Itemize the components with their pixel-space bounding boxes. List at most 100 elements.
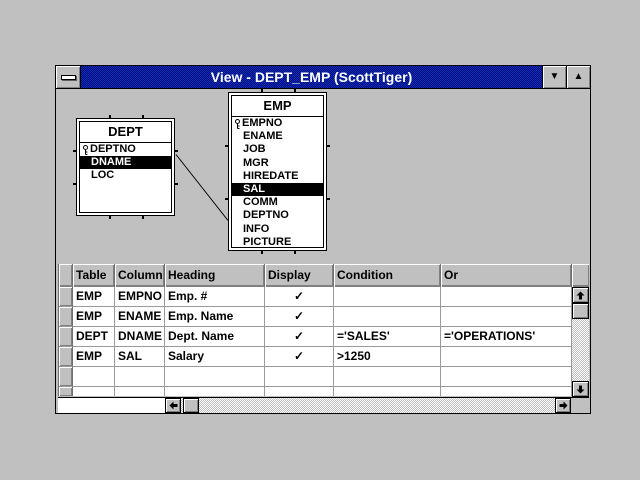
grid-header-row: Table Column Heading Display Condition O… xyxy=(59,264,572,287)
cell-heading[interactable]: Emp. # xyxy=(165,287,265,307)
minimize-icon xyxy=(61,75,76,80)
field-label: HIREDATE xyxy=(243,170,298,183)
field-sal[interactable]: SAL xyxy=(232,183,323,196)
field-dname[interactable]: DNAME xyxy=(80,156,171,169)
left-arrow-icon xyxy=(169,401,178,410)
cell-heading[interactable]: Emp. Name xyxy=(165,307,265,327)
row-selector[interactable] xyxy=(59,367,73,387)
field-label: COMM xyxy=(243,196,278,209)
field-job[interactable]: JOB xyxy=(232,143,323,156)
cell-condition[interactable]: ='SALES' xyxy=(334,327,441,347)
selection-handle xyxy=(142,215,144,219)
cell-column[interactable]: SAL xyxy=(115,347,165,367)
cell-column[interactable] xyxy=(115,367,165,387)
cell-table[interactable] xyxy=(73,387,115,396)
view-window: View - DEPT_EMP (ScottTiger) ▼ ▲ xyxy=(55,65,591,414)
table-box-emp[interactable]: EMP EMPNO ENAME JOB MGR HIREDATE SAL COM… xyxy=(228,92,327,251)
window-title: View - DEPT_EMP (ScottTiger) xyxy=(81,66,542,88)
maximize-button[interactable]: ▲ xyxy=(566,66,590,88)
scrollbar-spacer xyxy=(58,398,165,413)
cell-or[interactable] xyxy=(441,367,572,387)
cell-heading[interactable]: Salary xyxy=(165,347,265,367)
row-selector[interactable] xyxy=(59,327,73,347)
row-selector[interactable] xyxy=(59,307,73,327)
cell-display-checkmark[interactable]: ✓ xyxy=(265,287,334,307)
cell-display-checkmark[interactable]: ✓ xyxy=(265,347,334,367)
field-comm[interactable]: COMM xyxy=(232,196,323,209)
scroll-down-button[interactable] xyxy=(572,381,589,397)
cell-condition[interactable] xyxy=(334,367,441,387)
selection-handle xyxy=(109,215,111,219)
horizontal-scrollbar-track[interactable] xyxy=(181,398,555,413)
minimize-button[interactable]: ▼ xyxy=(542,66,566,88)
key-icon xyxy=(234,119,241,129)
title-bar[interactable]: View - DEPT_EMP (ScottTiger) ▼ ▲ xyxy=(56,66,590,89)
row-selector[interactable] xyxy=(59,387,73,396)
cell-column[interactable]: EMPNO xyxy=(115,287,165,307)
cell-table[interactable]: DEPT xyxy=(73,327,115,347)
selection-handle xyxy=(261,250,263,254)
scroll-left-button[interactable] xyxy=(165,398,181,413)
horizontal-scrollbar-thumb[interactable] xyxy=(183,398,199,413)
row-selector[interactable] xyxy=(59,347,73,367)
selection-handle xyxy=(326,198,330,200)
cell-display-checkmark[interactable] xyxy=(265,367,334,387)
cell-column[interactable]: ENAME xyxy=(115,307,165,327)
scroll-right-button[interactable] xyxy=(555,398,571,413)
cell-table[interactable]: EMP xyxy=(73,347,115,367)
cell-or[interactable] xyxy=(441,287,572,307)
key-icon xyxy=(82,145,89,155)
grid-row: EMP SAL Salary ✓ >1250 xyxy=(59,347,572,367)
cell-condition[interactable] xyxy=(334,287,441,307)
vertical-scrollbar[interactable] xyxy=(571,264,589,397)
grid-row: DEPT DNAME Dept. Name ✓ ='SALES' ='OPERA… xyxy=(59,327,572,347)
field-deptno[interactable]: DEPTNO xyxy=(80,143,171,156)
field-mgr[interactable]: MGR xyxy=(232,157,323,170)
column-header-condition: Condition xyxy=(334,264,441,287)
field-label: DEPTNO xyxy=(243,209,289,222)
selection-handle xyxy=(261,89,263,93)
field-label: EMPNO xyxy=(242,117,282,130)
field-label: ENAME xyxy=(243,130,283,143)
cell-display-checkmark[interactable]: ✓ xyxy=(265,327,334,347)
field-hiredate[interactable]: HIREDATE xyxy=(232,170,323,183)
cell-display-checkmark[interactable] xyxy=(265,387,334,396)
cell-heading[interactable] xyxy=(165,367,265,387)
column-header-column: Column xyxy=(115,264,165,287)
field-empno[interactable]: EMPNO xyxy=(232,117,323,130)
field-loc[interactable]: LOC xyxy=(80,169,171,182)
field-info[interactable]: INFO xyxy=(232,223,323,236)
selection-handle xyxy=(294,250,296,254)
cell-heading[interactable]: Dept. Name xyxy=(165,327,265,347)
cell-table[interactable]: EMP xyxy=(73,287,115,307)
cell-or[interactable]: ='OPERATIONS' xyxy=(441,327,572,347)
cell-condition[interactable]: >1250 xyxy=(334,347,441,367)
row-selector[interactable] xyxy=(59,287,73,307)
column-header-heading: Heading xyxy=(165,264,265,287)
right-arrow-icon xyxy=(559,401,568,410)
field-label: JOB xyxy=(243,143,266,156)
table-box-dept[interactable]: DEPT DEPTNO DNAME LOC xyxy=(76,118,175,216)
field-deptno2[interactable]: DEPTNO xyxy=(232,209,323,222)
field-ename[interactable]: ENAME xyxy=(232,130,323,143)
cell-heading[interactable] xyxy=(165,387,265,396)
cell-column[interactable] xyxy=(115,387,165,396)
cell-condition[interactable] xyxy=(334,307,441,327)
vertical-scrollbar-thumb[interactable] xyxy=(572,303,589,319)
cell-or[interactable] xyxy=(441,307,572,327)
horizontal-scrollbar[interactable] xyxy=(58,397,589,413)
cell-condition[interactable] xyxy=(334,387,441,396)
cell-or[interactable] xyxy=(441,387,572,396)
column-header-or: Or xyxy=(441,264,572,287)
field-picture[interactable]: PICTURE xyxy=(232,236,323,248)
cell-or[interactable] xyxy=(441,347,572,367)
grid-row-empty xyxy=(59,367,572,387)
desktop: View - DEPT_EMP (ScottTiger) ▼ ▲ xyxy=(0,0,640,480)
cell-display-checkmark[interactable]: ✓ xyxy=(265,307,334,327)
cell-table[interactable] xyxy=(73,367,115,387)
scroll-up-button[interactable] xyxy=(572,287,589,303)
cell-table[interactable]: EMP xyxy=(73,307,115,327)
control-menu-button[interactable] xyxy=(56,66,81,88)
scrollbar-corner xyxy=(572,398,589,413)
cell-column[interactable]: DNAME xyxy=(115,327,165,347)
